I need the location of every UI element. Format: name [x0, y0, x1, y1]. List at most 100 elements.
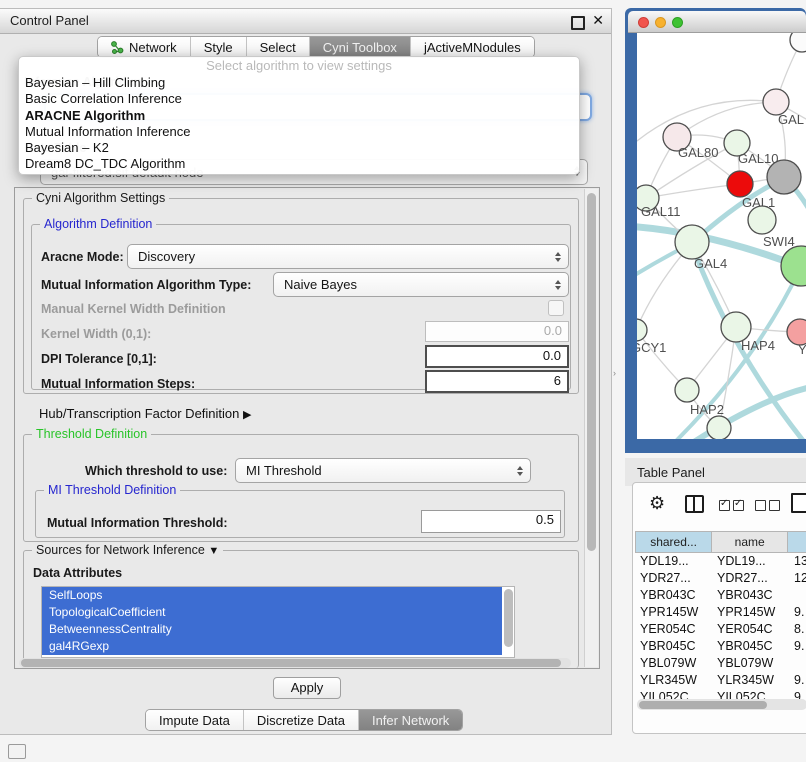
- network-node-hap2[interactable]: [675, 378, 699, 402]
- node-label: GAL: [778, 112, 804, 127]
- table-panel-title: Table Panel: [637, 465, 705, 480]
- network-node[interactable]: [767, 160, 801, 194]
- bottom-tab-discretize-data[interactable]: Discretize Data: [244, 710, 359, 730]
- node-label: HAP2: [690, 402, 724, 417]
- zoom-traffic-light-icon[interactable]: [672, 17, 683, 28]
- algorithm-option[interactable]: ARACNE Algorithm: [19, 108, 579, 124]
- data-attribute-item-selected[interactable]: gal4RGexp: [42, 638, 502, 655]
- tab-label: Network: [129, 40, 177, 55]
- table-row[interactable]: YPR145WYPR145W9.: [635, 604, 806, 621]
- tab-cyni-toolbox[interactable]: Cyni Toolbox: [310, 37, 411, 57]
- table-row[interactable]: YBR045CYBR045C9.: [635, 638, 806, 655]
- data-attribute-item-selected[interactable]: TopologicalCoefficient: [42, 604, 502, 621]
- aracne-mode-value: Discovery: [138, 249, 195, 264]
- tab-select[interactable]: Select: [247, 37, 310, 57]
- data-attribute-item-selected[interactable]: SelfLoops: [42, 587, 502, 604]
- node-label: SWI4: [763, 234, 795, 249]
- kernel-width-field[interactable]: 0.0: [425, 321, 569, 342]
- network-node[interactable]: [707, 416, 731, 439]
- hub-definition-section[interactable]: Hub/Transcription Factor Definition ▶: [39, 406, 251, 421]
- network-node[interactable]: [790, 33, 806, 52]
- algorithm-dropdown-placeholder: Select algorithm to view settings: [19, 57, 579, 75]
- algorithm-option[interactable]: Dream8 DC_TDC Algorithm: [19, 156, 579, 172]
- table-cell: 9.: [789, 604, 806, 621]
- table-cell: YPR145W: [635, 604, 712, 621]
- mi-steps-field[interactable]: 6: [425, 370, 569, 393]
- control-panel-tab-bar: Network StyleSelectCyni ToolboxjActiveMNo…: [97, 36, 535, 58]
- tab-network[interactable]: Network: [98, 37, 191, 57]
- network-node[interactable]: [781, 246, 806, 286]
- manual-kernel-width-label: Manual Kernel Width Definition: [41, 302, 226, 316]
- network-view-window[interactable]: GALGAL80GAL10GAL1GAL11SWI4GAL4GCY1HAP4YH…: [625, 8, 806, 453]
- mi-threshold-field[interactable]: 0.5: [421, 510, 561, 533]
- network-node-gcy1[interactable]: [637, 319, 647, 341]
- hub-definition-label: Hub/Transcription Factor Definition: [39, 406, 239, 421]
- column-header-2[interactable]: [788, 532, 806, 552]
- apply-button[interactable]: Apply: [273, 677, 341, 699]
- desktop: Control Panel ✕ Network StyleSelectCyni T…: [0, 0, 806, 762]
- algorithm-dropdown-items: Bayesian – Hill ClimbingBasic Correlatio…: [19, 75, 579, 173]
- settings-horizontal-scrollbar[interactable]: [19, 658, 571, 668]
- stepper-arrows-icon: [555, 280, 561, 290]
- which-threshold-combobox[interactable]: MI Threshold: [235, 458, 531, 483]
- network-edge: [677, 102, 776, 137]
- algorithm-option[interactable]: Bayesian – K2: [19, 140, 579, 156]
- table-row[interactable]: YDL19...YDL19...13: [635, 553, 806, 570]
- algorithm-option[interactable]: Mutual Information Inference: [19, 124, 579, 140]
- algorithm-definition-title: Algorithm Definition: [40, 217, 156, 231]
- bottom-tab-impute-data[interactable]: Impute Data: [146, 710, 244, 730]
- network-node-gal1[interactable]: [727, 171, 753, 197]
- network-canvas[interactable]: GALGAL80GAL10GAL1GAL11SWI4GAL4GCY1HAP4YH…: [637, 33, 806, 439]
- chevron-right-icon[interactable]: ▶: [243, 409, 251, 421]
- close-traffic-light-icon[interactable]: [638, 17, 649, 28]
- float-window-icon[interactable]: [571, 16, 585, 30]
- network-node-swi4[interactable]: [748, 206, 776, 234]
- column-header-shared-[interactable]: shared...: [636, 532, 712, 552]
- table-row[interactable]: YDR27...YDR27...12: [635, 570, 806, 587]
- algorithm-option[interactable]: Bayesian – Hill Climbing: [19, 75, 579, 91]
- tab-label: Impute Data: [159, 713, 230, 728]
- minimize-traffic-light-icon[interactable]: [655, 17, 666, 28]
- table-row[interactable]: YBL079WYBL079W: [635, 655, 806, 672]
- data-attributes-label: Data Attributes: [33, 566, 122, 580]
- table-body: YDL19...YDL19...13YDR27...YDR27...12YBR0…: [635, 553, 806, 706]
- select-all-checkboxes-icon[interactable]: [719, 498, 747, 516]
- tab-jactivemnodules[interactable]: jActiveMNodules: [411, 37, 534, 57]
- dpi-tolerance-field[interactable]: 0.0: [425, 345, 569, 368]
- dpi-tolerance-label: DPI Tolerance [0,1]:: [41, 352, 157, 366]
- stepper-arrows-icon: [517, 466, 523, 476]
- window-controls: [638, 17, 683, 28]
- deselect-all-checkboxes-icon[interactable]: [755, 498, 783, 516]
- manual-kernel-width-checkbox[interactable]: [548, 300, 564, 316]
- data-attribute-item-selected[interactable]: BetweennessCentrality: [42, 621, 502, 638]
- table-row[interactable]: YLR345WYLR345W9.: [635, 672, 806, 689]
- threshold-definition-title: Threshold Definition: [32, 427, 151, 441]
- bottom-tab-infer-network[interactable]: Infer Network: [359, 710, 462, 730]
- column-header-name[interactable]: name: [712, 532, 788, 552]
- list-vertical-scrollbar[interactable]: [504, 589, 513, 647]
- export-table-icon[interactable]: [791, 493, 806, 513]
- aracne-mode-combobox[interactable]: Discovery: [127, 244, 569, 269]
- close-icon[interactable]: ✕: [592, 12, 604, 29]
- network-window-titlebar[interactable]: [628, 11, 806, 33]
- table-row[interactable]: YER054CYER054C8.: [635, 621, 806, 638]
- network-node-gal4[interactable]: [675, 225, 709, 259]
- chevron-down-icon[interactable]: ▼: [208, 545, 219, 557]
- node-label: GAL80: [678, 145, 718, 160]
- control-panel-titlebar[interactable]: Control Panel ✕: [0, 9, 611, 34]
- mi-algorithm-type-combobox[interactable]: Naive Bayes: [273, 272, 569, 297]
- mi-algorithm-type-value: Naive Bayes: [284, 277, 357, 292]
- table-cell: [789, 655, 806, 672]
- settings-vertical-scrollbar[interactable]: [584, 189, 598, 667]
- table-row[interactable]: YBR043CYBR043C: [635, 587, 806, 604]
- tab-style[interactable]: Style: [191, 37, 247, 57]
- split-panel-icon[interactable]: [685, 495, 704, 513]
- which-threshold-label: Which threshold to use:: [85, 464, 227, 478]
- algorithm-option[interactable]: Basic Correlation Inference: [19, 91, 579, 107]
- cytopanel-dock-icon[interactable]: [8, 744, 26, 759]
- panel-splitter-handle[interactable]: ›: [613, 368, 616, 378]
- aracne-mode-label: Aracne Mode:: [41, 250, 124, 264]
- settings-gear-icon[interactable]: ⚙: [649, 493, 665, 514]
- table-horizontal-scrollbar[interactable]: [637, 699, 806, 710]
- network-edge: [646, 184, 740, 198]
